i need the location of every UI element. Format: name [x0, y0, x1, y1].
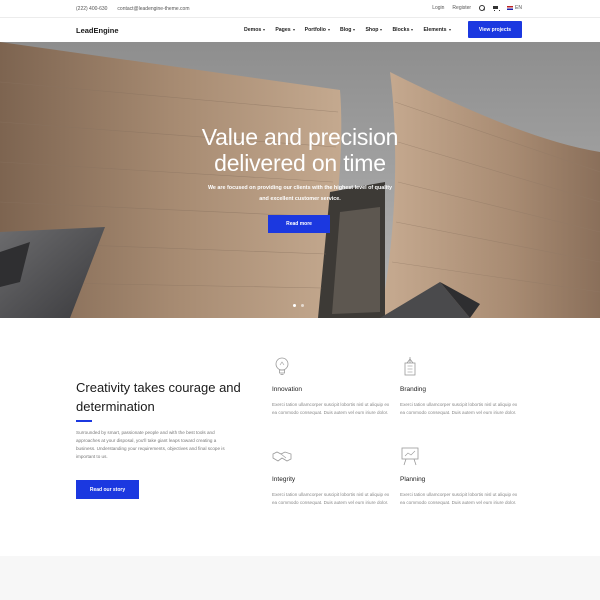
- intro-paragraph: Surrounded by smart, passionate people a…: [76, 430, 225, 459]
- site-logo[interactable]: LeadEngine: [76, 26, 119, 35]
- feature-text: Exerci tation ullamcorper suscipit lobor…: [400, 492, 518, 505]
- feature-title: Branding: [400, 386, 427, 393]
- chevron-down-icon: [448, 28, 451, 31]
- slider-pagination: [293, 304, 304, 307]
- building-icon: [404, 357, 416, 376]
- feature-text: Exerci tation ullamcorper suscipit lobor…: [272, 402, 390, 415]
- chevron-down-icon: [353, 28, 356, 31]
- hero-background-image: [0, 42, 600, 318]
- language-switcher[interactable]: EN: [507, 5, 522, 11]
- slider-dot[interactable]: [293, 304, 296, 307]
- lightbulb-icon: [275, 357, 289, 375]
- language-label: EN: [515, 5, 522, 11]
- hero-title: Value and precision delivered on time: [201, 124, 399, 176]
- cart-icon[interactable]: [493, 5, 501, 11]
- top-bar: (222) 400-630 contact@leadengine-theme.c…: [0, 0, 600, 18]
- easel-icon: [401, 447, 419, 466]
- intro-heading: Creativity takes courage and determinati…: [76, 380, 241, 414]
- nav-item-blocks[interactable]: Blocks: [392, 27, 414, 33]
- nav-item-shop[interactable]: Shop: [365, 27, 383, 33]
- hero-subtitle: We are focused on providing our clients …: [207, 185, 393, 202]
- phone-number[interactable]: (222) 400-630: [76, 6, 107, 12]
- flag-icon: [507, 5, 514, 10]
- chevron-down-icon: [380, 28, 383, 31]
- next-section-background: [0, 556, 600, 600]
- nav-item-elements[interactable]: Elements: [423, 27, 451, 33]
- hero-slider: Value and precision delivered on time We…: [0, 42, 600, 318]
- chevron-down-icon: [292, 28, 295, 31]
- nav-item-portfolio[interactable]: Portfolio: [305, 27, 330, 33]
- handshake-icon: [272, 451, 292, 462]
- view-projects-button[interactable]: View projects: [468, 21, 522, 38]
- register-link[interactable]: Register: [452, 5, 471, 11]
- nav-item-demos[interactable]: Demos: [244, 27, 266, 33]
- chevron-down-icon: [327, 28, 330, 31]
- login-link[interactable]: Login: [432, 5, 444, 11]
- nav-item-blog[interactable]: Blog: [340, 27, 356, 33]
- main-nav: Demos Pages Portfolio Blog Shop Blocks E…: [244, 27, 461, 33]
- chevron-down-icon: [263, 28, 266, 31]
- read-our-story-button[interactable]: Read our story: [76, 480, 139, 499]
- chevron-down-icon: [411, 28, 414, 31]
- feature-title: Integrity: [272, 476, 296, 483]
- feature-title: Innovation: [272, 386, 302, 393]
- main-header: LeadEngine Demos Pages Portfolio Blog Sh…: [0, 18, 600, 42]
- feature-title: Planning: [400, 476, 426, 483]
- nav-item-pages[interactable]: Pages: [275, 27, 295, 33]
- contact-email[interactable]: contact@leadengine-theme.com: [117, 6, 189, 12]
- search-icon[interactable]: [479, 5, 486, 11]
- read-more-button[interactable]: Read more: [268, 215, 330, 233]
- feature-text: Exerci tation ullamcorper suscipit lobor…: [272, 492, 390, 505]
- heading-underline: [76, 420, 92, 422]
- feature-text: Exerci tation ullamcorper suscipit lobor…: [400, 402, 518, 415]
- slider-dot[interactable]: [301, 304, 304, 307]
